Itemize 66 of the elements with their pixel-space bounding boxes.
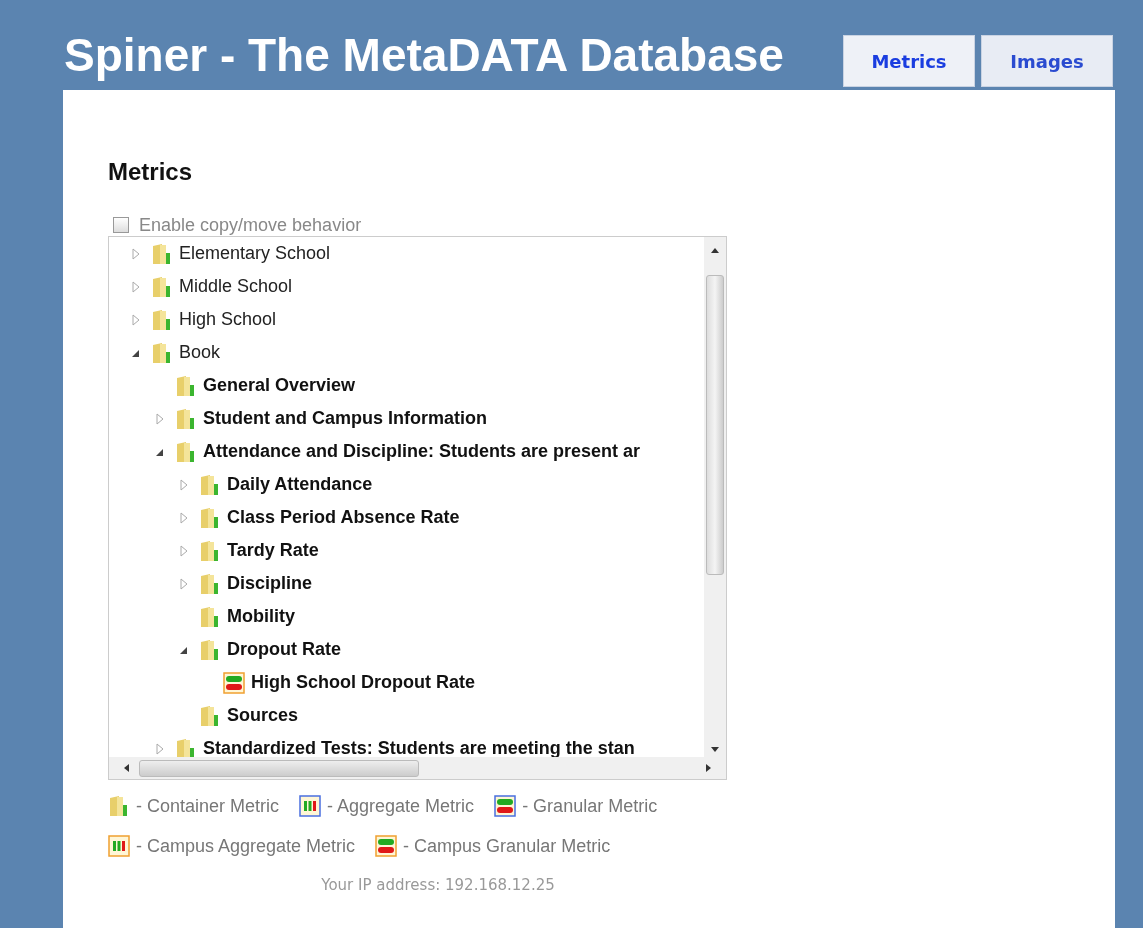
expand-triangle-icon[interactable]	[131, 247, 141, 260]
folder-icon	[151, 275, 173, 298]
tree-item[interactable]: Tardy Rate	[227, 540, 319, 561]
pill-stack-icon	[223, 671, 245, 694]
tree-item[interactable]: Discipline	[227, 573, 313, 594]
scroll-thumb[interactable]	[139, 759, 419, 777]
tree-item[interactable]: Middle School	[179, 276, 293, 297]
folder-icon	[175, 374, 197, 397]
folder-icon	[175, 737, 197, 757]
scroll-up-icon[interactable]	[711, 247, 719, 253]
expand-triangle-icon[interactable]	[179, 478, 189, 491]
pill-stack-icon	[375, 835, 398, 857]
folder-icon	[151, 341, 173, 364]
scroll-right-icon[interactable]	[706, 764, 712, 772]
tree-item[interactable]: Elementary School	[179, 243, 331, 264]
legend-label: - Campus Aggregate Metric	[136, 835, 356, 857]
tree-item[interactable]: Daily Attendance	[227, 474, 373, 495]
folder-icon	[175, 407, 197, 430]
expand-triangle-icon[interactable]	[179, 577, 189, 590]
folder-icon	[199, 539, 221, 562]
tree-item[interactable]: Class Period Absence Rate	[227, 507, 460, 528]
folder-icon	[199, 704, 221, 727]
tree-item[interactable]: Mobility	[227, 606, 295, 627]
legend-label: - Campus Granular Metric	[403, 835, 611, 857]
legend-label: - Granular Metric	[522, 795, 658, 817]
section-title: Metrics	[108, 158, 194, 186]
folder-icon	[199, 473, 221, 496]
tree-item[interactable]: High School Dropout Rate	[251, 672, 475, 693]
scroll-left-icon[interactable]	[123, 764, 129, 772]
pill-stack-icon	[494, 795, 517, 817]
expand-triangle-icon[interactable]	[155, 742, 165, 755]
tree-item[interactable]: Student and Campus Information	[203, 408, 487, 429]
tree-item[interactable]: Book	[179, 342, 221, 363]
horizontal-scrollbar[interactable]	[109, 757, 726, 779]
folder-icon	[199, 638, 221, 661]
checkbox[interactable]	[113, 217, 129, 233]
expand-triangle-icon[interactable]	[179, 544, 189, 557]
checkbox-label: Enable copy/move behavior	[139, 214, 362, 236]
tree-item[interactable]: Sources	[227, 705, 299, 726]
vertical-scrollbar[interactable]	[704, 237, 726, 757]
tree-item[interactable]: Dropout Rate	[227, 639, 341, 660]
folder-icon	[151, 308, 173, 331]
bar-chart-icon	[299, 795, 322, 817]
tree-item[interactable]: High School	[179, 309, 277, 330]
folder-icon	[175, 440, 197, 463]
nav-tab[interactable]: Images	[981, 35, 1113, 87]
tree-item[interactable]: Attendance and Discipline: Students are present ar	[203, 441, 641, 462]
folder-icon	[199, 506, 221, 529]
folder-icon	[108, 795, 130, 817]
nav-tab[interactable]: Metrics	[843, 35, 975, 87]
expand-triangle-icon[interactable]	[131, 280, 141, 293]
legend-label: - Aggregate Metric	[327, 795, 475, 817]
tree-item[interactable]: Standardized Tests: Students are meeting the stan	[203, 738, 635, 757]
expand-triangle-icon[interactable]	[131, 313, 141, 326]
folder-icon	[151, 242, 173, 265]
scroll-thumb[interactable]	[706, 275, 724, 575]
ip-address-text: Your IP address: 192.168.12.25	[320, 876, 556, 894]
folder-icon	[199, 605, 221, 628]
scroll-down-icon[interactable]	[711, 747, 719, 753]
tree-item[interactable]: General Overview	[203, 375, 356, 396]
legend-label: - Container Metric	[136, 795, 280, 817]
expand-triangle-icon[interactable]	[155, 412, 165, 425]
bar-chart-icon	[108, 835, 130, 857]
folder-icon	[199, 572, 221, 595]
expand-triangle-icon[interactable]	[179, 511, 189, 524]
site-title: Spiner - The MetaDATA Database	[64, 28, 785, 83]
